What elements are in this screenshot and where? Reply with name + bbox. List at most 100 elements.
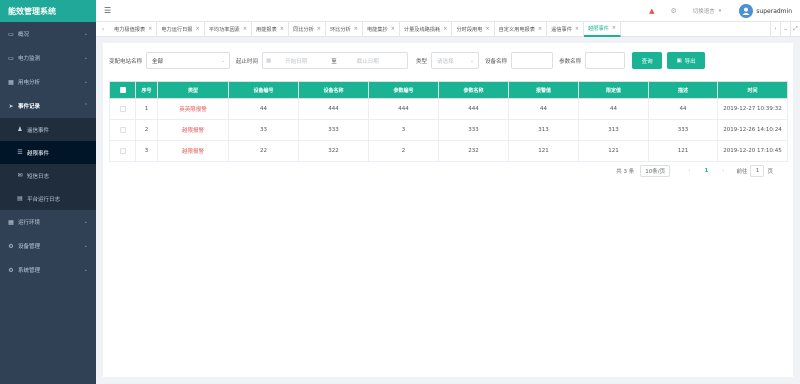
sidebar-item-label: 越限事件 <box>27 150 50 157</box>
table-cell: 22 <box>228 140 299 162</box>
table-row[interactable]: 1 英英限报警 44 444 444 444 44 44 44 2019-12-… <box>109 98 788 120</box>
sidebar-item-environment[interactable]: ▦ 运行环境 ⌄ <box>0 210 96 234</box>
export-button-label: 导出 <box>684 58 696 65</box>
select-all-checkbox[interactable] <box>109 81 136 99</box>
tab-custom-report[interactable]: 自定义用电报表 × <box>495 21 548 37</box>
param-name-input[interactable] <box>585 52 626 69</box>
goto-page-input[interactable]: 1 <box>750 165 765 177</box>
tab-mom-analysis[interactable]: 环比分析 × <box>326 21 363 37</box>
submenu-event-records: ♟ 遥信事件 ☰ 越限事件 ✉ 短信日志 ▤ 平台运行日志 <box>0 118 96 210</box>
mail-icon: ✉ <box>17 172 23 179</box>
sidebar-item-label: 运行环境 <box>18 220 41 226</box>
sidebar-item-overview[interactable]: ▭ 概况 ⌄ <box>0 22 96 46</box>
sidebar-item-device-mgmt[interactable]: ⚙ 设备管理 ⌄ <box>0 234 96 258</box>
date-range-picker[interactable]: ▦ 开始日期 至 截止日期 <box>262 52 409 69</box>
table-cell: 121 <box>578 140 649 162</box>
sidebar-subitem-limit-events[interactable]: ☰ 越限事件 <box>0 141 96 164</box>
type-select[interactable]: 请选择 ⌄ <box>431 52 480 69</box>
table-cell: 越限报警 <box>157 119 229 141</box>
chevron-up-icon: ⌃ <box>83 103 88 109</box>
close-icon[interactable]: × <box>354 26 358 32</box>
close-icon[interactable]: × <box>243 26 247 32</box>
sidebar-subitem-sms-log[interactable]: ✉ 短信日志 <box>0 164 96 187</box>
tab-scroll-right-icon[interactable]: › <box>770 21 780 37</box>
column-header: 描述 <box>648 81 718 99</box>
column-header: 设备名称 <box>298 81 369 99</box>
param-label: 参数名称 <box>559 58 582 65</box>
sidebar-item-system-mgmt[interactable]: ⚙ 系统管理 ⌄ <box>0 258 96 282</box>
tab-energy-report[interactable]: 用能报表 × <box>252 21 289 37</box>
tab-scroll-left-icon[interactable]: ‹ <box>96 26 110 33</box>
tab-line-loss[interactable]: 计量及线路损耗 × <box>400 21 453 37</box>
tab-remote-signal-events[interactable]: 遥信事件 × <box>547 21 585 37</box>
list-icon: ☰ <box>17 149 23 156</box>
device-label: 设备名称 <box>485 58 508 65</box>
tab-label: 平均功率因素 <box>208 26 240 33</box>
table-cell: 3 <box>135 140 158 162</box>
sidebar-item-event-records[interactable]: ➤ 事件记录 ⌃ <box>0 94 96 118</box>
page-size-select[interactable]: 10条/页 ⌄ <box>640 165 671 177</box>
station-select[interactable]: 全部 ⌄ <box>146 52 231 69</box>
end-date-input[interactable]: 截止日期 <box>357 57 379 65</box>
type-label: 类型 <box>416 58 428 65</box>
table-row[interactable]: 2 越限报警 33 333 3 333 313 313 333 2019-12-… <box>109 119 788 141</box>
table-cell: 2 <box>368 140 439 162</box>
close-icon[interactable]: × <box>612 25 616 31</box>
sidebar-item-usage-analysis[interactable]: ▦ 用电分析 ⌄ <box>0 70 96 94</box>
row-checkbox[interactable] <box>109 119 136 141</box>
close-icon[interactable]: × <box>575 26 579 32</box>
username[interactable]: superadmin <box>756 8 792 15</box>
table-cell: 1 <box>135 98 158 120</box>
tab-yoy-analysis[interactable]: 同比分析 × <box>289 21 326 37</box>
row-checkbox[interactable] <box>109 98 136 120</box>
close-icon[interactable]: × <box>280 26 284 32</box>
chevron-down-icon[interactable]: ▾ <box>719 8 722 14</box>
tab-meter-reading[interactable]: 电能集抄 × <box>363 21 400 37</box>
sidebar-item-label: 平台运行日志 <box>27 196 61 203</box>
tab-label: 用能报表 <box>256 26 277 33</box>
close-icon[interactable]: × <box>317 26 321 32</box>
close-icon[interactable]: × <box>195 26 199 32</box>
start-date-input[interactable]: 开始日期 <box>285 57 325 65</box>
column-header: 限定值 <box>578 81 649 99</box>
table-cell: 333 <box>438 119 509 141</box>
sidebar-subitem-platform-log[interactable]: ▤ 平台运行日志 <box>0 187 96 210</box>
close-icon[interactable]: × <box>485 26 489 32</box>
fire-icon[interactable]: ▲ <box>649 7 654 15</box>
tab-power-extreme-report[interactable]: 电力极值报表 × <box>110 21 158 37</box>
close-icon[interactable]: × <box>148 26 152 32</box>
page-number[interactable]: 1 <box>704 168 708 174</box>
fullscreen-icon[interactable]: ⤢ <box>790 21 800 37</box>
query-button[interactable]: 查询 <box>632 52 663 69</box>
close-icon[interactable]: × <box>443 26 447 32</box>
gear-icon[interactable]: ⚙ <box>670 7 676 15</box>
avatar[interactable] <box>739 4 754 18</box>
sidebar-item-label: 用电分析 <box>18 80 41 86</box>
tab-power-daily-report[interactable]: 电力运行日报 × <box>157 21 205 37</box>
station-value: 全部 <box>152 58 164 65</box>
hamburger-icon[interactable]: ☰ <box>104 6 111 15</box>
next-page-icon[interactable]: › <box>722 168 724 174</box>
prev-page-icon[interactable]: ‹ <box>688 168 690 174</box>
tab-label: 同比分析 <box>293 26 314 33</box>
sidebar-subitem-remote-signal[interactable]: ♟ 遥信事件 <box>0 118 96 141</box>
language-switch[interactable]: 切换语言 <box>693 7 715 15</box>
tab-time-of-use[interactable]: 分时段用电 × <box>452 21 495 37</box>
tab-limit-events[interactable]: 越限事件 × <box>584 21 622 37</box>
column-header: 时间 <box>717 81 788 99</box>
tab-label: 越限事件 <box>588 25 609 32</box>
row-checkbox[interactable] <box>109 140 136 162</box>
chevron-down-icon[interactable]: ⌄ <box>780 21 790 37</box>
tab-label: 自定义用电报表 <box>498 26 535 33</box>
export-button[interactable]: ▣ 导出 <box>667 52 706 69</box>
sidebar-item-power-monitor[interactable]: ▭ 电力监测 ⌄ <box>0 46 96 70</box>
column-header: 类型 <box>157 81 229 99</box>
close-icon[interactable]: × <box>391 26 395 32</box>
table-row[interactable]: 3 越限报警 22 322 2 232 121 121 121 2019-12-… <box>109 140 788 162</box>
tab-avg-power-factor[interactable]: 平均功率因素 × <box>205 21 253 37</box>
column-header: 设备编号 <box>228 81 299 99</box>
device-name-input[interactable] <box>511 52 554 69</box>
tab-label: 电力极值报表 <box>114 26 146 33</box>
close-icon[interactable]: × <box>538 26 542 32</box>
goto-label: 前往 <box>736 169 748 175</box>
